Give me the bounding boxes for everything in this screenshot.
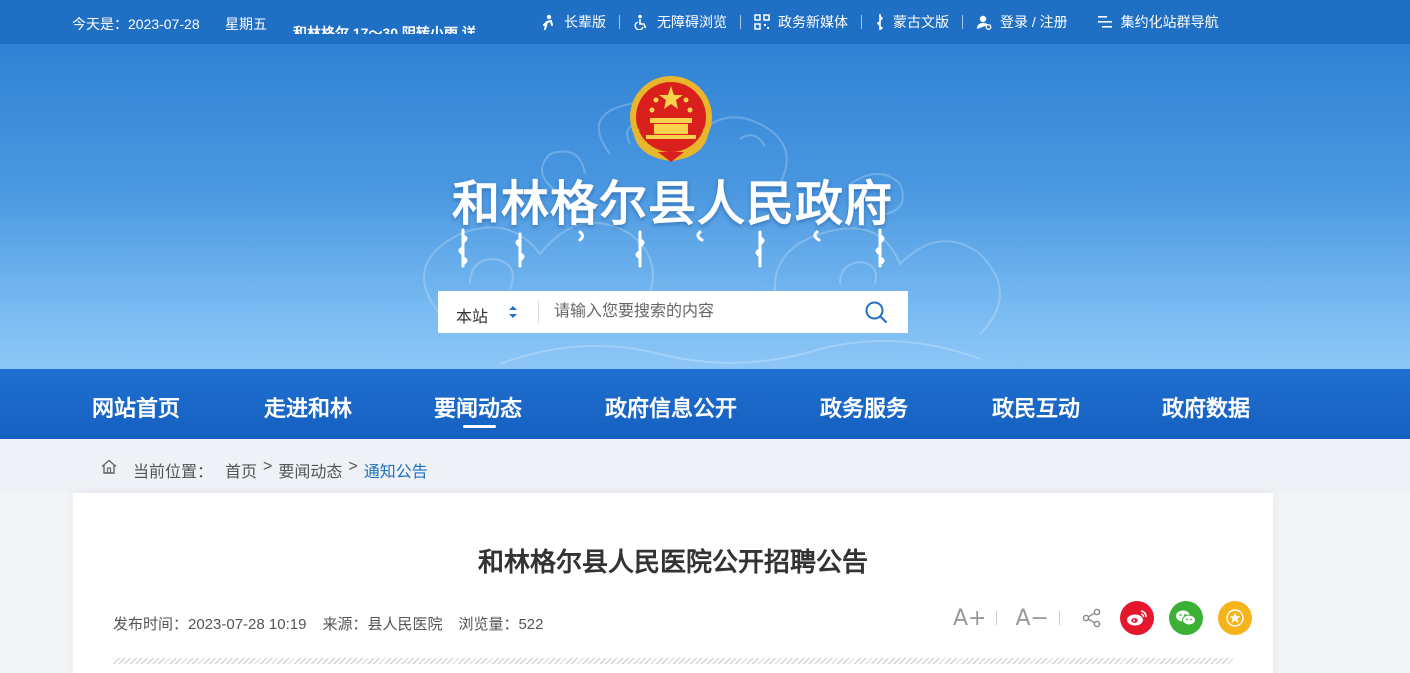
login-register-label: 登录 / 注册 [1000, 14, 1068, 30]
publish-time: 发布时间：2023-07-28 10:19 [113, 616, 307, 633]
mongolian-script-icon [877, 14, 883, 30]
top-links: 长辈版 无障碍浏览 政务新媒体 蒙古文版 登录 / 注册 集约化站群导航 [540, 12, 1219, 32]
nav-item-gov-info[interactable]: 政府信息公开 [605, 391, 737, 423]
search-scope-select[interactable]: 本站 [456, 303, 488, 327]
breadcrumb-separator: > [263, 458, 273, 475]
nav-item-interaction[interactable]: 政民互动 [992, 391, 1080, 423]
search-icon[interactable] [864, 300, 888, 324]
site-cluster-nav-label: 集约化站群导航 [1120, 14, 1219, 30]
divider [619, 15, 620, 29]
divider [996, 611, 998, 625]
divider [861, 15, 862, 29]
nav-item-home[interactable]: 网站首页 [92, 391, 180, 423]
site-title: 和林格尔县人民政府 [451, 176, 893, 232]
menu-icon [1097, 16, 1112, 28]
login-register-link[interactable]: 登录 / 注册 [976, 12, 1068, 32]
nav-active-indicator [463, 425, 496, 428]
main-navigation: 网站首页 走进和林 要闻动态 政府信息公开 政务服务 政民互动 政府数据 [0, 369, 1410, 439]
accessibility-icon [634, 14, 647, 30]
article-source: 来源：县人民医院 [322, 616, 443, 633]
wechat-icon [1175, 610, 1196, 626]
divider [1058, 611, 1060, 625]
divider [962, 15, 963, 29]
nav-item-services[interactable]: 政务服务 [820, 391, 908, 423]
article-meta: 发布时间：2023-07-28 10:19 来源：县人民医院 浏览量：522 [113, 613, 559, 634]
breadcrumb-current[interactable]: 通知公告 [364, 458, 428, 482]
search-input[interactable] [554, 299, 854, 325]
mongolian-title-script [458, 228, 885, 268]
breadcrumb: 当前位置： 首页 > 要闻动态 > 通知公告 [0, 439, 1410, 493]
article-title: 和林格尔县人民医院公开招聘公告 [477, 548, 868, 578]
site-banner: 和林格尔县人民政府 本站 [0, 44, 1410, 369]
elder-version-link[interactable]: 长辈版 [540, 12, 606, 32]
accessibility-label: 无障碍浏览 [657, 14, 727, 30]
nav-item-news[interactable]: 要闻动态 [434, 391, 522, 423]
search-box: 本站 [438, 291, 908, 333]
article-card: 和林格尔县人民医院公开招聘公告 发布时间：2023-07-28 10:19 来源… [73, 493, 1273, 673]
breadcrumb-news[interactable]: 要闻动态 [278, 458, 342, 482]
favorite-button[interactable] [1217, 601, 1252, 635]
current-weekday: 星期五 [225, 16, 267, 32]
search-divider [538, 301, 539, 323]
elder-icon [543, 14, 553, 30]
article-tools: A+ A− [953, 601, 1252, 635]
home-icon [101, 459, 117, 474]
font-decrease-button[interactable]: A− [1015, 606, 1048, 631]
wechat-share-button[interactable] [1168, 601, 1203, 635]
qrcode-icon [754, 14, 770, 30]
national-emblem [630, 76, 712, 162]
elder-version-label: 长辈版 [564, 14, 606, 30]
user-icon [977, 15, 992, 30]
breadcrumb-label: 当前位置： [133, 464, 214, 481]
top-utility-bar: 今天是：2023-07-28 星期五 和林格尔 17～30 阴转小雨 详 长辈版… [0, 0, 1410, 44]
nav-item-data[interactable]: 政府数据 [1162, 391, 1250, 423]
view-count: 浏览量：522 [458, 616, 544, 633]
site-cluster-nav-link[interactable]: 集约化站群导航 [1097, 12, 1219, 32]
breadcrumb-home[interactable]: 首页 [225, 458, 257, 482]
nav-item-about[interactable]: 走进和林 [264, 391, 352, 423]
weibo-share-button[interactable] [1119, 601, 1154, 635]
dotted-divider [113, 658, 1233, 664]
weibo-icon [1126, 610, 1147, 626]
divider [740, 15, 741, 29]
share-icon[interactable] [1082, 608, 1102, 628]
current-date: 今天是：2023-07-28 [72, 16, 200, 32]
accessibility-link[interactable]: 无障碍浏览 [633, 12, 727, 32]
weather-ticker[interactable]: 和林格尔 17～30 阴转小雨 详 [293, 20, 476, 34]
star-icon [1226, 609, 1244, 627]
new-media-link[interactable]: 政务新媒体 [754, 12, 848, 32]
new-media-label: 政务新媒体 [778, 14, 848, 30]
breadcrumb-separator: > [348, 458, 358, 475]
font-increase-button[interactable]: A+ [953, 606, 986, 631]
mongolian-version-link[interactable]: 蒙古文版 [875, 12, 949, 32]
mongolian-version-label: 蒙古文版 [893, 14, 949, 30]
updown-caret-icon[interactable] [508, 304, 518, 320]
